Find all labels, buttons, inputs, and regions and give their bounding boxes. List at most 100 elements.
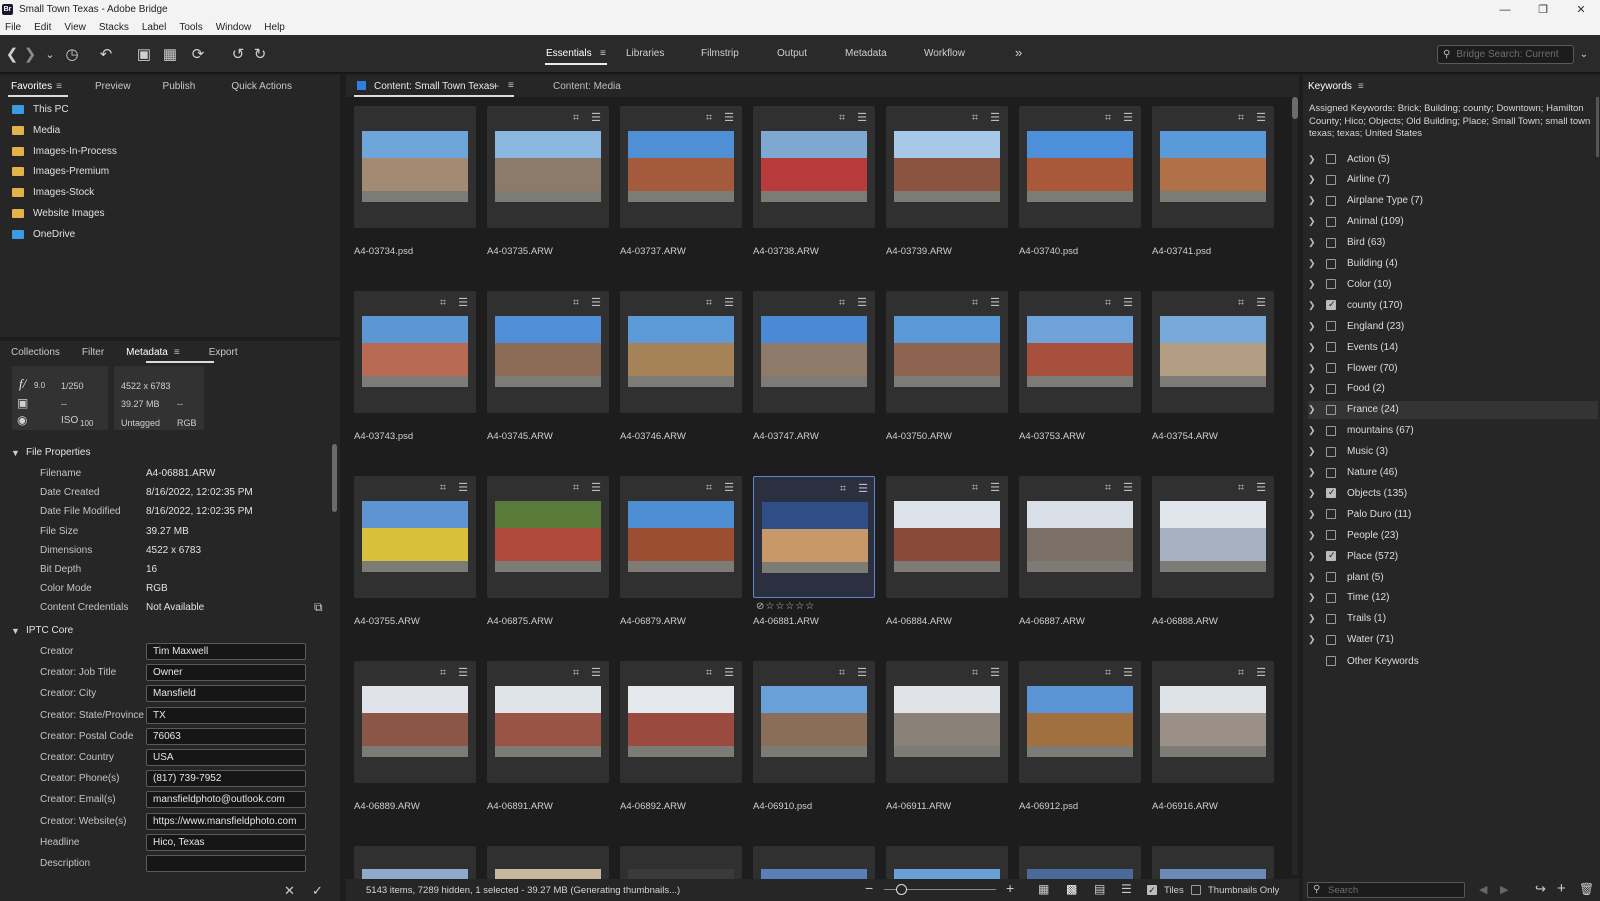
expand-keyword-icon[interactable]: ❯ xyxy=(1308,530,1318,541)
apply-metadata-icon[interactable]: ✓ xyxy=(312,883,323,899)
thumbnail-image[interactable] xyxy=(628,316,734,387)
crop-badge-icon[interactable]: ⌗ xyxy=(436,667,450,679)
keyword-checkbox[interactable] xyxy=(1326,550,1336,562)
add-tab-icon[interactable]: + xyxy=(492,79,499,93)
crop-badge-icon[interactable]: ⌗ xyxy=(702,667,716,679)
search-dropdown-icon[interactable]: ⌄ xyxy=(1574,44,1594,64)
expand-keyword-icon[interactable]: ❯ xyxy=(1308,363,1318,374)
menu-edit[interactable]: Edit xyxy=(34,22,51,33)
thumbnail-cell[interactable] xyxy=(753,846,875,879)
keyword-checkbox[interactable] xyxy=(1326,425,1336,436)
thumbnail-cell[interactable] xyxy=(487,846,609,879)
other-keywords-row[interactable]: Other Keywords xyxy=(1308,652,1598,670)
tab-keywords[interactable]: Keywords xyxy=(1308,81,1352,92)
crop-badge-icon[interactable]: ⌗ xyxy=(968,112,982,124)
crop-badge-icon[interactable]: ⌗ xyxy=(835,112,849,124)
thumbnail-image[interactable] xyxy=(628,686,734,757)
tab-export[interactable]: Export xyxy=(209,347,238,358)
return-to-photoshop-icon[interactable]: ↶ xyxy=(96,44,116,64)
iptc-field-creator-postal-code[interactable]: 76063 xyxy=(146,727,306,745)
keyword-row[interactable]: ❯ England (23) xyxy=(1308,317,1598,335)
workspace-output[interactable]: Output xyxy=(777,48,807,59)
expand-keyword-icon[interactable]: ❯ xyxy=(1308,321,1318,332)
thumbnail-cell[interactable] xyxy=(620,846,742,879)
expand-keyword-icon[interactable]: ❯ xyxy=(1308,592,1318,603)
keyword-checkbox[interactable] xyxy=(1326,342,1336,353)
crop-badge-icon[interactable]: ⌗ xyxy=(1101,297,1115,309)
view-thumbnails-icon[interactable]: ▩ xyxy=(1066,882,1077,896)
crop-badge-icon[interactable]: ⌗ xyxy=(968,667,982,679)
iptc-field-description[interactable] xyxy=(146,855,306,872)
crop-badge-icon[interactable]: ⌗ xyxy=(835,297,849,309)
thumbnail-image[interactable] xyxy=(761,131,867,202)
favorite-media[interactable]: Media xyxy=(12,125,60,136)
adjustments-badge-icon[interactable]: ☰ xyxy=(856,483,870,495)
recent-files-icon[interactable]: ◷ xyxy=(62,44,82,64)
thumbnail-image[interactable] xyxy=(1160,316,1266,387)
crop-badge-icon[interactable]: ⌗ xyxy=(569,297,583,309)
workspace-workflow[interactable]: Workflow xyxy=(924,48,965,59)
rating-stars[interactable]: ⊘☆☆☆☆☆ xyxy=(756,601,815,612)
expand-keyword-icon[interactable]: ❯ xyxy=(1308,237,1318,248)
thumbnail-image[interactable] xyxy=(894,501,1000,572)
keyword-checkbox[interactable] xyxy=(1326,383,1336,394)
minimize-icon[interactable]: — xyxy=(1486,0,1524,19)
keywords-panel-menu-icon[interactable]: ≡ xyxy=(1358,81,1364,92)
view-list-icon[interactable]: ☰ xyxy=(1121,882,1132,896)
keyword-checkbox[interactable] xyxy=(1326,237,1336,248)
keyword-row[interactable]: ❯ Trails (1) xyxy=(1308,610,1598,628)
favorite-this-pc[interactable]: This PC xyxy=(12,104,69,115)
thumbnail-cell[interactable]: ⌗ ☰ xyxy=(753,291,875,413)
crop-badge-icon[interactable]: ⌗ xyxy=(702,112,716,124)
expand-keyword-icon[interactable]: ❯ xyxy=(1308,509,1318,520)
iptc-field-creator-city[interactable]: Mansfield xyxy=(146,685,306,703)
expand-keyword-icon[interactable]: ❯ xyxy=(1308,404,1318,415)
keyword-checkbox[interactable] xyxy=(1326,467,1336,478)
keyword-checkbox[interactable] xyxy=(1326,321,1336,332)
thumbnail-image[interactable] xyxy=(1027,316,1133,387)
expand-keyword-icon[interactable]: ❯ xyxy=(1308,342,1318,353)
tab-favorites[interactable]: Favorites xyxy=(11,81,52,92)
keyword-row[interactable]: ❯ Bird (63) xyxy=(1308,234,1598,252)
thumbnail-image[interactable] xyxy=(761,316,867,387)
expand-keyword-icon[interactable]: ❯ xyxy=(1308,572,1318,583)
new-keyword-icon[interactable]: + xyxy=(1557,880,1566,897)
expand-keyword-icon[interactable]: ❯ xyxy=(1308,467,1318,478)
crop-badge-icon[interactable]: ⌗ xyxy=(1234,112,1248,124)
thumbnail-cell[interactable]: ⌗ ☰ xyxy=(1152,106,1274,228)
delete-keyword-icon[interactable]: 🗑 xyxy=(1579,882,1594,896)
thumbnail-cell[interactable]: ⌗ ☰ xyxy=(886,661,1008,783)
menu-help[interactable]: Help xyxy=(264,22,285,33)
expand-keyword-icon[interactable]: ❯ xyxy=(1308,551,1318,562)
crop-badge-icon[interactable]: ⌗ xyxy=(569,482,583,494)
adjustments-badge-icon[interactable]: ☰ xyxy=(456,297,470,309)
metadata-panel-menu-icon[interactable]: ≡ xyxy=(174,347,180,358)
keyword-row[interactable]: ❯ mountains (67) xyxy=(1308,422,1598,440)
thumbnail-image[interactable] xyxy=(1027,869,1133,879)
forward-icon[interactable]: ❯ xyxy=(20,44,40,64)
open-in-camera-raw-icon[interactable]: ⟳ xyxy=(188,44,208,64)
keywords-scrollbar[interactable] xyxy=(1596,97,1599,157)
restore-icon[interactable]: ❐ xyxy=(1524,0,1562,19)
adjustments-badge-icon[interactable]: ☰ xyxy=(1121,297,1135,309)
adjustments-badge-icon[interactable]: ☰ xyxy=(589,297,603,309)
next-match-icon[interactable]: ▶ xyxy=(1500,883,1508,896)
crop-badge-icon[interactable]: ⌗ xyxy=(1234,667,1248,679)
iptc-field-creator-state-province[interactable]: TX xyxy=(146,706,306,724)
keyword-row[interactable]: ❯ plant (5) xyxy=(1308,568,1598,586)
favorite-onedrive[interactable]: OneDrive xyxy=(12,229,75,240)
keyword-row[interactable]: ❯ Action (5) xyxy=(1308,150,1598,168)
view-details-icon[interactable]: ▤ xyxy=(1094,882,1105,896)
new-sub-keyword-icon[interactable]: ↪ xyxy=(1535,881,1546,897)
bridge-search-input[interactable]: ⚲ Bridge Search: Current xyxy=(1437,45,1574,64)
iptc-field-creator-job-title[interactable]: Owner xyxy=(146,664,306,682)
thumbnail-image[interactable] xyxy=(1160,686,1266,757)
adjustments-badge-icon[interactable]: ☰ xyxy=(722,482,736,494)
lock-grid-icon[interactable]: ▦ xyxy=(1038,882,1049,896)
thumbnail-cell[interactable]: ⌗ ☰ xyxy=(1152,291,1274,413)
thumbnail-cell[interactable]: ⌗ ☰ xyxy=(1019,476,1141,598)
adjustments-badge-icon[interactable]: ☰ xyxy=(988,112,1002,124)
collapse-iptc-icon[interactable]: ▼ xyxy=(11,626,20,636)
thumbnail-image[interactable] xyxy=(495,869,601,879)
thumbnail-image[interactable] xyxy=(362,686,468,757)
